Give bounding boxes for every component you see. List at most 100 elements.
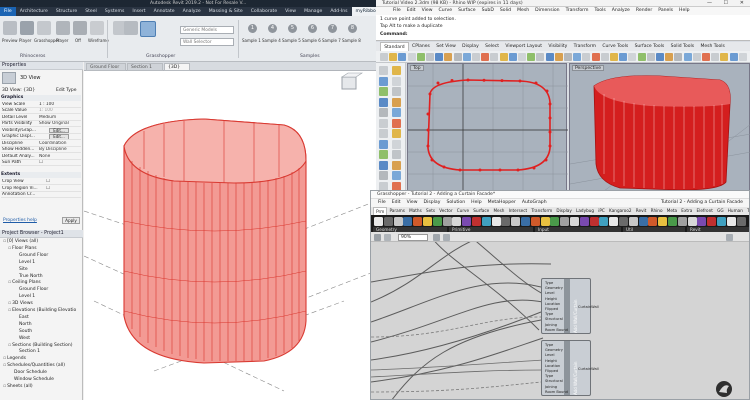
gh-menu-autograph[interactable]: AutoGraph: [519, 199, 550, 207]
gh-tab-transform[interactable]: Transform: [529, 207, 554, 215]
rhino-side-tool-icon[interactable]: [379, 160, 388, 170]
gh-category-revit[interactable]: Revit: [687, 226, 749, 232]
extents-category[interactable]: Extents: [1, 172, 81, 179]
graphics-category[interactable]: Graphics: [1, 95, 81, 102]
gh-component-icon[interactable]: [501, 217, 511, 226]
edit-type-button[interactable]: Edit Type: [56, 88, 76, 93]
rhino-tool-icon[interactable]: [610, 53, 618, 61]
rhino-tool-icon[interactable]: [527, 53, 536, 61]
rhino-tool-icon[interactable]: [600, 53, 609, 61]
gh-component-icon[interactable]: [491, 217, 501, 226]
prop-crop-region[interactable]: Crop Region Vi... ☐: [1, 186, 81, 192]
tree-toggle-icon[interactable]: ▫: [3, 356, 6, 361]
gh-component-icon[interactable]: [628, 217, 638, 226]
rhino-menu-dimension[interactable]: Dimension: [532, 7, 562, 15]
rhino-tab-transform[interactable]: Transform: [570, 42, 599, 51]
browser-tree-item[interactable]: ▫Floor Plans: [8, 246, 37, 252]
gh-tab-rhino[interactable]: Rhino: [648, 207, 664, 215]
rhino-side-tool-icon[interactable]: [392, 171, 401, 180]
rhino-side-tool-icon[interactable]: [379, 76, 388, 86]
top-viewport[interactable]: Top: [407, 63, 568, 194]
gh-component-icon[interactable]: [423, 217, 432, 226]
revit-tab-analyze[interactable]: Analyze: [179, 7, 205, 16]
rhino-player-icon[interactable]: [20, 21, 34, 35]
rhino-menu-surface[interactable]: Surface: [455, 7, 479, 15]
browser-tree-item[interactable]: ▫Elevations (Building Elevatio: [8, 308, 76, 314]
tree-toggle-icon[interactable]: ▫: [8, 301, 11, 306]
gh-category-input[interactable]: Input: [535, 226, 621, 232]
gh-component-icon[interactable]: [511, 217, 521, 226]
input-port[interactable]: Location: [545, 364, 560, 368]
input-port[interactable]: Level: [545, 353, 555, 357]
edit-button[interactable]: Edit...: [49, 134, 69, 140]
gh-component-icon[interactable]: [481, 217, 491, 226]
rhino-tool-icon[interactable]: [416, 53, 425, 61]
rhino-tool-icon[interactable]: [646, 53, 655, 61]
gh-component-icon[interactable]: [374, 217, 383, 226]
rhino-side-tool-icon[interactable]: [379, 118, 388, 128]
gh-component-icon[interactable]: [609, 217, 619, 226]
rhino-tool-icon[interactable]: [591, 53, 600, 61]
checkbox-icon[interactable]: ☐: [46, 186, 50, 191]
rhino-tab-surface-tools[interactable]: Surface Tools: [631, 42, 667, 51]
gh-component-icon[interactable]: [658, 217, 668, 226]
browser-tree-item[interactable]: Level 1: [18, 294, 35, 300]
category-combo[interactable]: Generic Models: [180, 26, 234, 34]
browser-tree-item[interactable]: Ground Floor: [18, 253, 48, 259]
apply-button[interactable]: Apply: [62, 217, 80, 224]
sample-1-icon[interactable]: 1: [248, 24, 257, 33]
input-port[interactable]: Geometry: [545, 286, 563, 290]
rhino-tool-icon[interactable]: [435, 53, 444, 61]
gh-menu-display[interactable]: Display: [421, 199, 444, 207]
rhino-tool-icon[interactable]: [729, 53, 738, 61]
browser-tree-item[interactable]: Site: [18, 267, 28, 273]
revit-tab-collaborate[interactable]: Collaborate: [247, 7, 281, 16]
rhino-menu-view[interactable]: View: [419, 7, 436, 15]
rhino-tab-select[interactable]: Select: [482, 42, 502, 51]
rhino-side-tool-icon[interactable]: [379, 108, 388, 117]
gh-component-icon[interactable]: [736, 217, 746, 226]
wireframe-icon[interactable]: [90, 21, 104, 35]
input-port[interactable]: Location: [545, 302, 560, 306]
grasshopper-ribbon-button[interactable]: [140, 21, 156, 37]
gh-document-name[interactable]: Tutorial 2 - Adding a Curtain Facade: [658, 199, 749, 207]
input-port[interactable]: Height: [545, 359, 557, 363]
zoom-icon[interactable]: [384, 233, 391, 241]
rhino-tool-icon[interactable]: [380, 53, 388, 61]
properties-help-link[interactable]: Properties help: [3, 218, 37, 223]
rhino-side-tool-icon[interactable]: [379, 129, 388, 138]
close-icon[interactable]: ✕: [740, 0, 744, 7]
rhino-tool-icon[interactable]: [674, 53, 683, 61]
rhino-tool-icon[interactable]: [426, 53, 434, 61]
canvas-settings-icon[interactable]: [726, 233, 733, 241]
revit-tab-massing-site[interactable]: Massing & Site: [205, 7, 247, 16]
revit-tab-annotate[interactable]: Annotate: [150, 7, 179, 16]
input-port[interactable]: Type: [545, 312, 553, 316]
rhino-menu-help[interactable]: Help: [676, 7, 692, 15]
gh-component-icon[interactable]: [472, 217, 481, 226]
gh-category-util[interactable]: Util: [623, 226, 685, 232]
revit-tab-steel[interactable]: Steel: [81, 7, 101, 16]
minimize-icon[interactable]: —: [707, 0, 712, 7]
gh-menu-view[interactable]: View: [404, 199, 421, 207]
rhino-menu-tools[interactable]: Tools: [591, 7, 608, 15]
input-port[interactable]: Joining: [545, 385, 557, 389]
rhino-tool-icon[interactable]: [683, 53, 692, 61]
browser-tree-item[interactable]: Door Schedule: [13, 370, 47, 376]
gh-menu-help[interactable]: Help: [468, 199, 484, 207]
rhino-tool-icon[interactable]: [508, 53, 517, 61]
rhino-tool-icon[interactable]: [499, 53, 508, 61]
rhino-tool-icon[interactable]: [462, 53, 471, 61]
rhino-menu-edit[interactable]: Edit: [404, 7, 419, 15]
prop-crop-view[interactable]: Crop View ☐: [1, 179, 81, 186]
gh-component-icon[interactable]: [677, 217, 687, 226]
gh-tab-curve[interactable]: Curve: [455, 207, 472, 215]
browser-tree-item[interactable]: East: [18, 315, 29, 321]
gh-component-icon[interactable]: [589, 217, 599, 226]
tree-toggle-icon[interactable]: ▫: [3, 239, 6, 244]
gh-tab-tt-toolbox[interactable]: TT Toolbox: [745, 207, 749, 215]
property-row[interactable]: Show Hidden... By Discipline: [1, 147, 81, 154]
maximize-icon[interactable]: ☐: [724, 0, 728, 7]
rhino-tool-icon[interactable]: [702, 53, 710, 61]
sample-6-icon[interactable]: 6: [308, 24, 317, 33]
